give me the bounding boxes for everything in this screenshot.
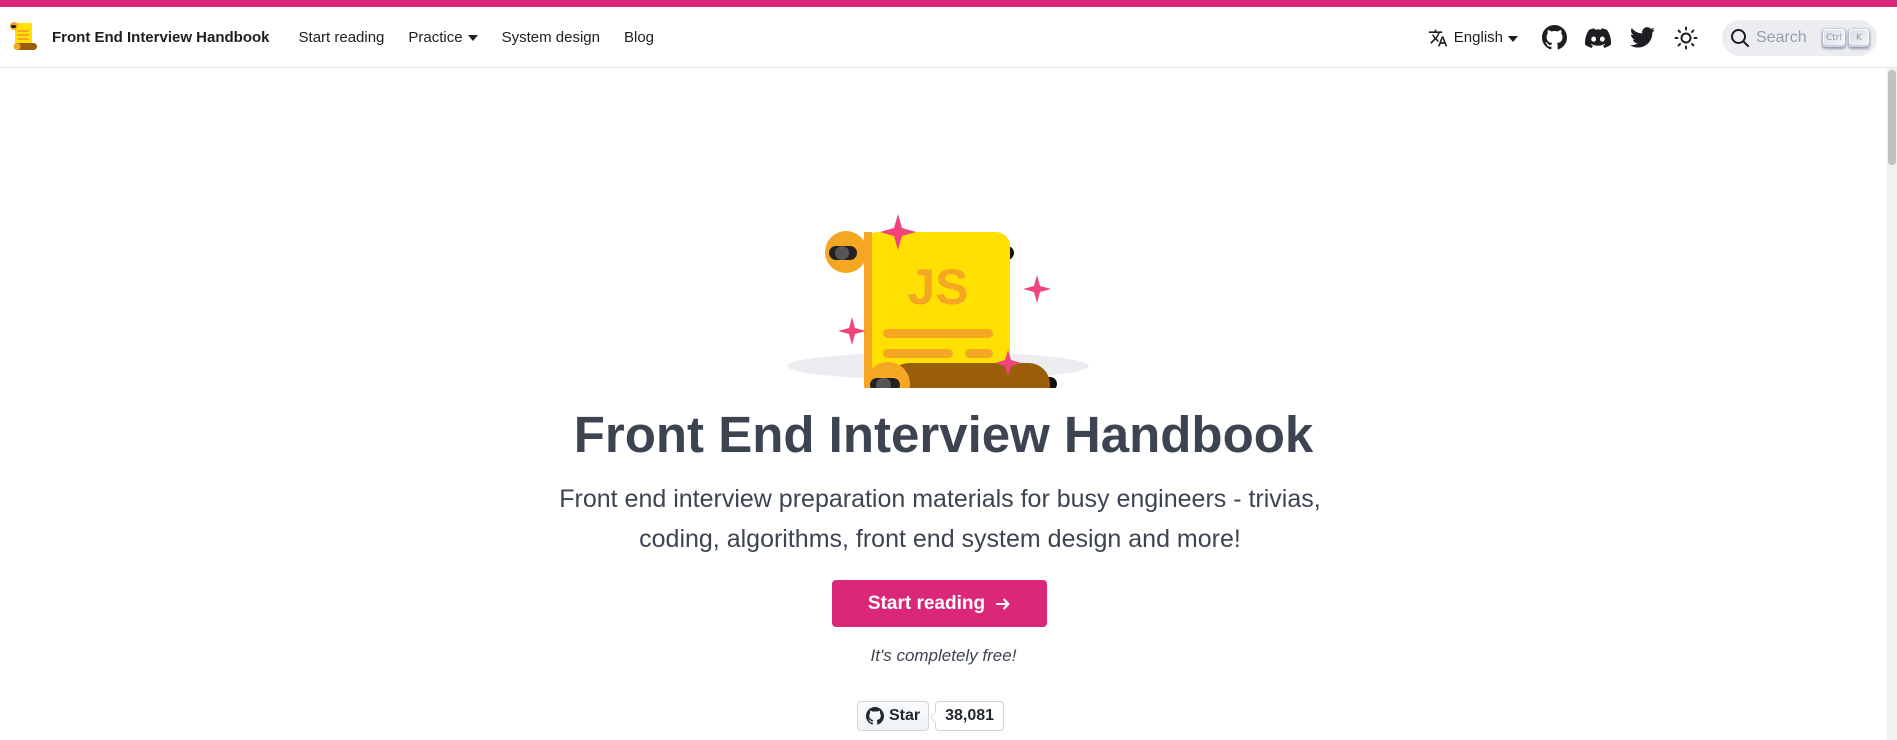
key-k: K (1849, 28, 1869, 47)
github-star-button[interactable]: Star (857, 701, 930, 731)
language-dropdown[interactable]: English (1428, 28, 1518, 48)
scrollbar-thumb[interactable] (1888, 70, 1896, 165)
page-title: Front End Interview Handbook (573, 406, 1314, 463)
search-shortcut: Ctrl K (1819, 28, 1869, 47)
start-reading-button-label: Start reading (867, 592, 986, 614)
language-label: English (1453, 29, 1503, 46)
scroll-js-text: JS (907, 259, 968, 315)
brand-title: Front End Interview Handbook (52, 28, 270, 46)
page-scrollbar[interactable] (1887, 68, 1897, 740)
top-accent-bar (0, 0, 1897, 7)
theme-toggle[interactable] (1672, 24, 1700, 52)
caret-down-icon (1508, 35, 1518, 42)
sun-icon (1674, 26, 1698, 49)
brand-link[interactable]: Front End Interview Handbook (6, 19, 270, 55)
github-star-count[interactable]: 38,081 (930, 701, 1005, 731)
discord-link[interactable] (1584, 24, 1612, 52)
nav-link-practice-dropdown[interactable]: Practice (396, 29, 489, 46)
nav-link-system-design[interactable]: System design (490, 29, 612, 46)
nav-links: Start reading Practice System design Blo… (287, 29, 667, 46)
twitter-icon (1629, 27, 1655, 48)
github-icon (1541, 25, 1567, 50)
free-note: It's completely free! (870, 646, 1017, 665)
navbar-right: English Search Ctrl K (1428, 7, 1877, 68)
hero-subtitle: Front end interview preparation material… (559, 485, 1321, 553)
search-icon (1731, 28, 1749, 47)
nav-link-start-reading[interactable]: Start reading (287, 29, 397, 46)
nav-link-blog[interactable]: Blog (612, 29, 666, 46)
scroll-logo-icon (10, 22, 37, 50)
start-reading-button[interactable]: Start reading (832, 580, 1047, 627)
nav-link-practice-label: Practice (408, 28, 463, 46)
github-icon (866, 707, 884, 725)
github-star-label: Star (889, 707, 921, 724)
github-star-widget: Star 38,081 (857, 701, 1005, 731)
discord-icon (1585, 27, 1611, 48)
github-link[interactable] (1540, 24, 1568, 52)
navbar: Front End Interview Handbook Start readi… (0, 7, 1897, 68)
search-button[interactable]: Search Ctrl K (1722, 19, 1877, 56)
js-scroll-illustration: JS (787, 214, 1089, 388)
twitter-link[interactable] (1628, 24, 1656, 52)
arrow-right-icon (995, 596, 1011, 612)
key-ctrl: Ctrl (1822, 28, 1845, 47)
translate-icon (1428, 29, 1447, 46)
search-placeholder: Search (1756, 28, 1807, 46)
caret-down-icon (467, 35, 478, 41)
